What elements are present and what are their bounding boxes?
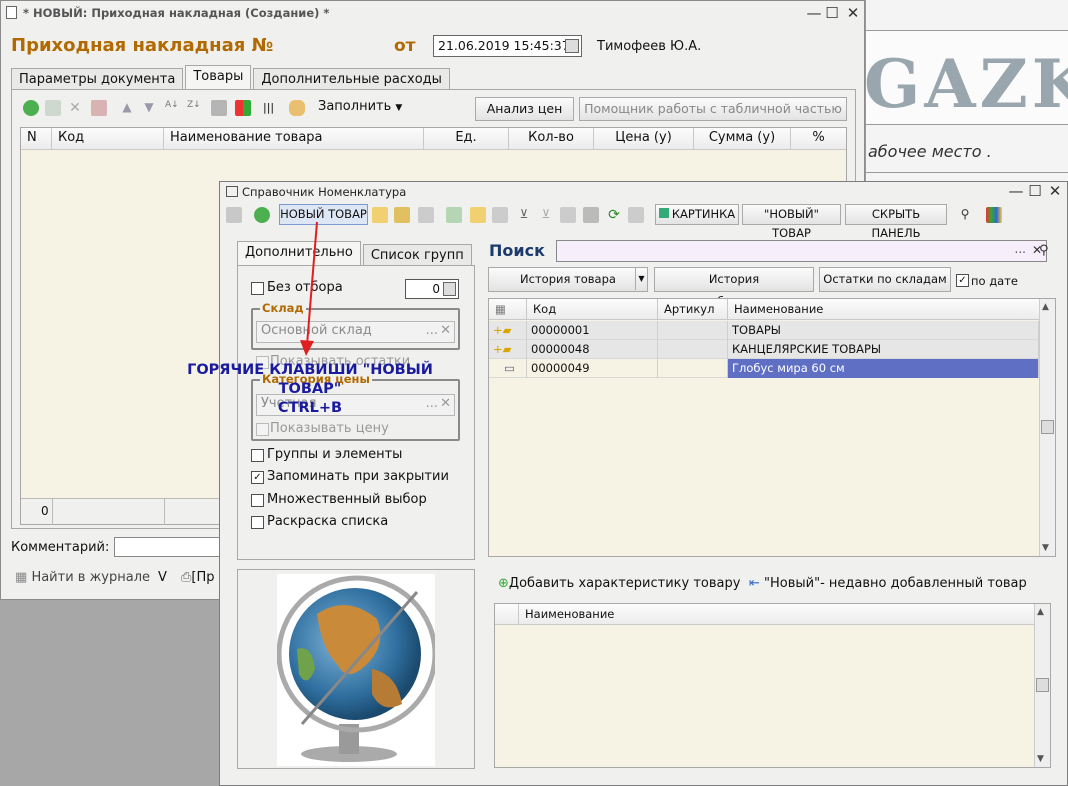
hotkey-annotation: ГОРЯЧИЕ КЛАВИШИ "НОВЫЙ ТОВАР" CTRL+B <box>187 362 433 416</box>
annotation-arrow <box>300 221 318 356</box>
